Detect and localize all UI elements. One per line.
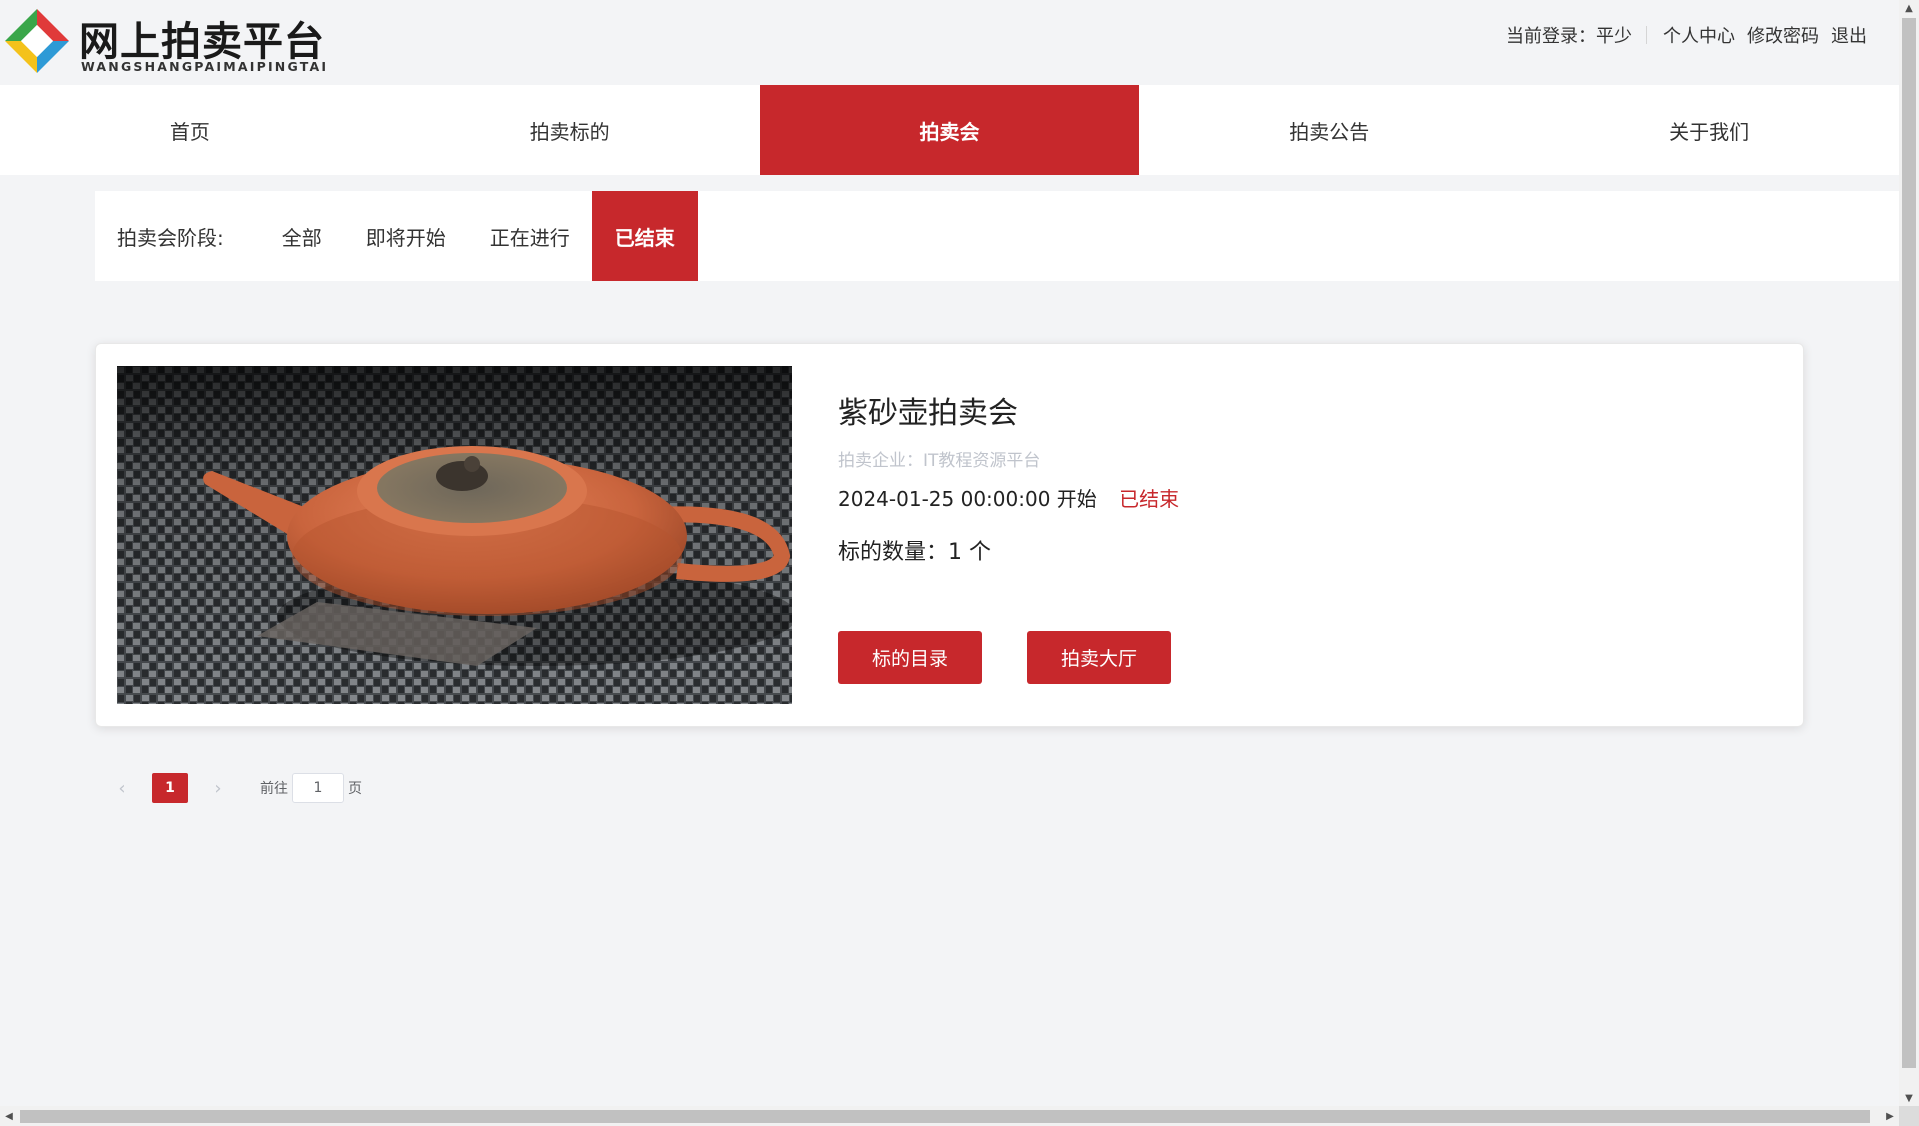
- page-suffix: 页: [348, 781, 362, 797]
- user-bar: 当前登录： 平少 个人中心 修改密码 退出: [1506, 22, 1867, 48]
- auction-title[interactable]: 紫砂壶拍卖会: [838, 388, 1738, 432]
- scroll-down-icon[interactable]: ▼: [1899, 1090, 1919, 1106]
- item-catalog-button[interactable]: 标的目录: [838, 631, 982, 684]
- auction-info: 紫砂壶拍卖会 拍卖企业：IT教程资源平台 2024-01-25 00:00:00…: [838, 388, 1738, 566]
- scroll-right-icon[interactable]: ▶: [1881, 1106, 1899, 1126]
- login-label: 当前登录：: [1506, 26, 1596, 47]
- horizontal-scrollbar[interactable]: ◀ ▶: [0, 1106, 1899, 1126]
- auction-card: 紫砂壶拍卖会 拍卖企业：IT教程资源平台 2024-01-25 00:00:00…: [95, 343, 1804, 727]
- current-user-name: 平少: [1596, 26, 1632, 47]
- scroll-left-icon[interactable]: ◀: [0, 1106, 18, 1126]
- pagination: ‹ 1 › 前往 页: [110, 773, 362, 803]
- auction-item-count: 标的数量：1 个: [838, 534, 1738, 566]
- scroll-up-icon[interactable]: ▲: [1899, 0, 1919, 16]
- scrollbar-corner: [1899, 1106, 1919, 1126]
- site-logo[interactable]: 网上拍卖平台 WANGSHANGPAIMAIPINGTAI: [3, 5, 343, 77]
- nav-item-auction-items[interactable]: 拍卖标的: [380, 85, 760, 175]
- next-page-icon[interactable]: ›: [206, 773, 230, 803]
- page-jump-input[interactable]: [292, 773, 344, 803]
- main-nav: 首页 拍卖标的 拍卖会 拍卖公告 关于我们: [0, 85, 1899, 175]
- stage-filter-ongoing[interactable]: 正在进行: [468, 191, 592, 281]
- auction-status-badge: 已结束: [1119, 487, 1180, 511]
- count-value: 1 个: [948, 540, 992, 565]
- auction-hall-button[interactable]: 拍卖大厅: [1027, 631, 1171, 684]
- teapot-photo-icon: [117, 366, 792, 704]
- logo-subtitle: WANGSHANGPAIMAIPINGTAI: [81, 59, 329, 74]
- auction-company: 拍卖企业：IT教程资源平台: [838, 446, 1738, 471]
- count-label: 标的数量：: [838, 540, 949, 565]
- page-goto: 前往 页: [260, 773, 362, 803]
- horizontal-scroll-thumb[interactable]: [20, 1110, 1870, 1123]
- logout-link[interactable]: 退出: [1831, 22, 1867, 48]
- auction-start-time: 2024-01-25 00:00:00 开始: [838, 487, 1097, 511]
- stage-filter-upcoming[interactable]: 即将开始: [344, 191, 468, 281]
- user-bar-divider: [1646, 26, 1647, 44]
- site-header: 网上拍卖平台 WANGSHANGPAIMAIPINGTAI 当前登录： 平少 个…: [0, 0, 1899, 85]
- vertical-scroll-thumb[interactable]: [1902, 18, 1916, 1068]
- change-password-link[interactable]: 修改密码: [1747, 22, 1819, 48]
- goto-label: 前往: [260, 781, 288, 797]
- nav-item-home[interactable]: 首页: [0, 85, 380, 175]
- nav-item-about[interactable]: 关于我们: [1519, 85, 1899, 175]
- prev-page-icon[interactable]: ‹: [110, 773, 134, 803]
- page-number-current[interactable]: 1: [152, 773, 188, 803]
- page: 网上拍卖平台 WANGSHANGPAIMAIPINGTAI 当前登录： 平少 个…: [0, 0, 1919, 1126]
- stage-filter-ended[interactable]: 已结束: [591, 191, 698, 281]
- logo-mark-icon: [5, 9, 69, 73]
- nav-item-announcements[interactable]: 拍卖公告: [1139, 85, 1519, 175]
- vertical-scrollbar[interactable]: ▲ ▼: [1899, 0, 1919, 1106]
- stage-filter-label: 拍卖会阶段:: [117, 225, 224, 250]
- personal-center-link[interactable]: 个人中心: [1663, 22, 1735, 48]
- stage-filter-bar: 拍卖会阶段: 全部 即将开始 正在进行 已结束: [95, 191, 1899, 281]
- stage-filter-all[interactable]: 全部: [260, 191, 344, 281]
- auction-actions: 标的目录 拍卖大厅: [838, 631, 1171, 684]
- company-label: 拍卖企业：: [838, 451, 923, 471]
- company-name: IT教程资源平台: [923, 451, 1041, 471]
- auction-cover-image[interactable]: [117, 366, 792, 704]
- auction-time-row: 2024-01-25 00:00:00 开始 已结束: [838, 483, 1738, 512]
- nav-item-auctions[interactable]: 拍卖会: [759, 85, 1140, 175]
